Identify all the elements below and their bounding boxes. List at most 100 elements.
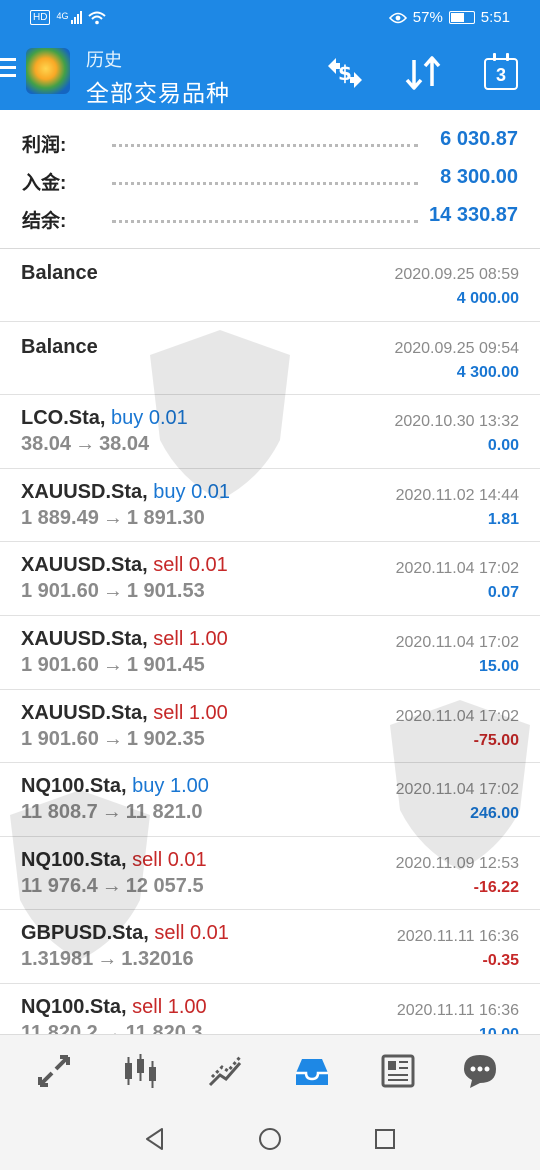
deal-time: 2020.11.02 14:44 <box>395 486 519 504</box>
arrow-right-icon: → <box>102 653 123 676</box>
back-icon[interactable] <box>142 1126 168 1152</box>
deal-symbol: XAUUSD.Sta, sell 1.00 <box>21 628 228 651</box>
deal-profit: 4 300.00 <box>456 363 519 381</box>
deal-symbol: XAUUSD.Sta, sell 0.01 <box>21 554 228 577</box>
deal-prices: 1 901.60 → 1 902.35 <box>21 728 205 751</box>
deal-symbol: GBPUSD.Sta, sell 0.01 <box>21 922 229 945</box>
deal-symbol: LCO.Sta, buy 0.01 <box>21 407 188 430</box>
arrow-right-icon: → <box>101 1021 122 1034</box>
arrow-right-icon: → <box>97 948 118 971</box>
deal-row[interactable]: LCO.Sta, buy 0.01 38.04 → 38.04 2020.10.30 1… <box>0 395 540 469</box>
open-price: 1 889.49 <box>21 506 99 529</box>
news-icon[interactable] <box>376 1049 420 1093</box>
deal-row[interactable]: GBPUSD.Sta, sell 0.01 1.31981 → 1.32016 2020… <box>0 910 540 984</box>
trade-icon[interactable] <box>204 1049 248 1093</box>
summary-row-profit: 利润: 6 030.87 <box>0 122 540 160</box>
deal-side: buy 1.00 <box>132 775 209 797</box>
deal-row[interactable]: XAUUSD.Sta, sell 1.00 1 901.60 → 1 902.35 20… <box>0 690 540 764</box>
deal-row[interactable]: XAUUSD.Sta, buy 0.01 1 889.49 → 1 891.30 202… <box>0 469 540 543</box>
status-right: 57% 5:51 <box>388 9 510 26</box>
deal-side: sell 0.01 <box>132 849 207 871</box>
deal-symbol-text: XAUUSD.Sta, <box>21 701 148 724</box>
deal-side-text: sell <box>132 848 163 871</box>
deal-side: buy 0.01 <box>153 481 230 503</box>
close-price: 1 901.45 <box>126 653 205 676</box>
deal-symbol: XAUUSD.Sta, sell 1.00 <box>21 702 228 725</box>
deal-side: sell 1.00 <box>132 996 207 1018</box>
summary-value: 8 300.00 <box>440 166 518 188</box>
app-logo <box>26 48 70 94</box>
deal-volume: 0.01 <box>148 407 188 430</box>
currency-exchange-icon[interactable]: $ <box>324 56 366 90</box>
deal-row[interactable]: NQ100.Sta, buy 1.00 11 808.7 → 11 821.0 2020… <box>0 763 540 837</box>
deal-profit: 0.07 <box>487 584 519 602</box>
deal-profit: 4 000.00 <box>456 290 519 307</box>
close-price: 12 057.5 <box>125 874 204 897</box>
deal-profit: 0.00 <box>487 437 519 455</box>
deal-prices: 11 820.2 → 11 820.3 <box>21 1022 203 1034</box>
deals-list[interactable]: Balance 2020.09.25 08:59 4 000.00 Balance 20… <box>0 248 540 1034</box>
chart-icon[interactable] <box>118 1049 162 1093</box>
deal-profit: 15.00 <box>478 657 519 675</box>
close-price: 1.32016 <box>121 948 194 971</box>
menu-icon[interactable] <box>0 58 16 80</box>
deal-row[interactable]: XAUUSD.Sta, sell 0.01 1 901.60 → 1 901.53 20… <box>0 542 540 616</box>
deal-profit: 1.81 <box>487 510 519 528</box>
deal-profit: -16.22 <box>473 878 519 896</box>
balance-row[interactable]: Balance 2020.09.25 09:54 4 300.00 <box>0 322 540 396</box>
hd-badge: HD <box>30 10 51 25</box>
deal-side-text: buy <box>132 775 165 798</box>
deal-side-text: sell <box>153 627 184 650</box>
home-icon[interactable] <box>257 1126 283 1152</box>
deal-row[interactable]: NQ100.Sta, sell 1.00 11 820.2 → 11 820.3 202… <box>0 984 540 1034</box>
svg-text:$: $ <box>338 61 352 85</box>
arrow-right-icon: → <box>75 433 96 456</box>
deal-symbol-text: NQ100.Sta, <box>21 775 127 798</box>
deal-symbol-text: NQ100.Sta, <box>21 848 127 871</box>
sort-icon[interactable] <box>404 56 442 90</box>
signal-icon: 4G <box>56 11 83 24</box>
deal-profit: 246.00 <box>470 805 519 823</box>
deal-volume: 1.00 <box>188 627 228 650</box>
deal-symbol-text: NQ100.Sta, <box>21 995 127 1018</box>
wifi-icon <box>88 11 107 24</box>
deal-side-text: sell <box>132 995 163 1018</box>
deal-side: buy 0.01 <box>111 407 188 429</box>
summary-label: 结余: <box>22 211 67 232</box>
top-bar: HD 4G 57% 5:51 历史 全部交易品种 $ 3 <box>0 0 540 110</box>
summary-row-balance: 结余: 14 330.87 <box>0 198 540 236</box>
battery-icon <box>448 11 475 24</box>
deal-time: 2020.10.30 13:32 <box>394 413 519 431</box>
deal-side-text: sell <box>154 922 185 945</box>
deal-side-text: buy <box>153 480 186 503</box>
clock: 5:51 <box>480 9 510 26</box>
deal-row[interactable]: NQ100.Sta, sell 0.01 11 976.4 → 12 057.5 202… <box>0 837 540 911</box>
history-icon[interactable] <box>290 1049 334 1093</box>
deal-symbol-text: Balance <box>21 335 98 358</box>
arrow-right-icon: → <box>102 506 123 529</box>
arrow-right-icon: → <box>102 727 123 750</box>
deal-time: 2020.11.11 16:36 <box>396 1001 519 1019</box>
deal-time: 2020.11.04 17:02 <box>395 707 519 725</box>
close-price: 1 901.53 <box>126 580 205 603</box>
quotes-icon[interactable] <box>32 1049 76 1093</box>
recents-icon[interactable] <box>372 1126 398 1152</box>
deal-row[interactable]: XAUUSD.Sta, sell 1.00 1 901.60 → 1 901.45 20… <box>0 616 540 690</box>
deal-time: 2020.09.25 09:54 <box>394 339 519 357</box>
deal-side: sell 0.01 <box>153 554 228 576</box>
deal-time: 2020.11.04 17:02 <box>395 560 519 578</box>
deal-symbol-text: XAUUSD.Sta, <box>21 480 148 503</box>
battery-percent: 57% <box>412 9 443 26</box>
balance-row[interactable]: Balance 2020.09.25 08:59 4 000.00 <box>0 248 540 322</box>
arrow-right-icon: → <box>101 874 122 897</box>
summary-label: 入金: <box>22 173 67 194</box>
deal-side: sell 0.01 <box>154 922 229 944</box>
open-price: 11 820.2 <box>21 1021 98 1034</box>
deal-time: 2020.11.09 12:53 <box>395 854 519 872</box>
symbol-filter[interactable]: 全部交易品种 <box>86 74 230 108</box>
calendar-icon[interactable]: 3 <box>484 53 518 90</box>
summary-value: 6 030.87 <box>440 128 518 150</box>
dotted-leader <box>112 220 418 223</box>
chat-icon[interactable] <box>458 1049 502 1093</box>
open-price: 1 901.60 <box>21 653 99 676</box>
